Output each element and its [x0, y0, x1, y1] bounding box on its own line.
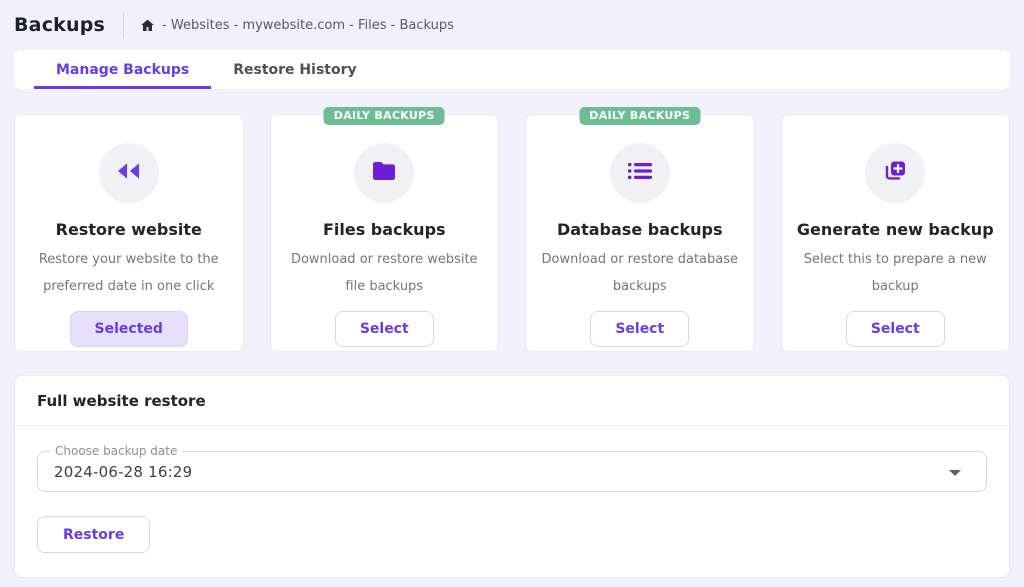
icon-circle [865, 143, 925, 203]
full-website-restore-panel: Full website restore Choose backup date … [14, 375, 1010, 578]
card-title: Files backups [323, 220, 446, 239]
folder-icon [372, 161, 396, 185]
new-backup-icon [883, 159, 907, 187]
backup-date-label: Choose backup date [50, 444, 182, 458]
card-description: Restore your website to the preferred da… [29, 246, 229, 300]
icon-circle [354, 143, 414, 203]
chevron-down-icon [949, 470, 961, 476]
card-restore-website: Restore website Restore your website to … [14, 114, 244, 352]
backup-date-select[interactable]: Choose backup date 2024-06-28 16:29 [37, 451, 987, 492]
card-title: Database backups [557, 220, 722, 239]
list-icon [628, 162, 652, 184]
select-button[interactable]: Select [846, 311, 945, 347]
backup-option-cards: Restore website Restore your website to … [14, 114, 1010, 352]
card-description: Select this to prepare a new backup [796, 246, 996, 300]
page-header: Backups - Websites - mywebsite.com - Fil… [14, 0, 1010, 50]
page-title: Backups [14, 14, 105, 36]
backups-page: Backups - Websites - mywebsite.com - Fil… [0, 0, 1024, 578]
home-icon[interactable] [140, 18, 155, 33]
tab-manage-backups[interactable]: Manage Backups [34, 50, 211, 89]
breadcrumb-text[interactable]: - Websites - mywebsite.com - Files - Bac… [162, 18, 454, 33]
panel-title: Full website restore [37, 392, 987, 410]
restore-button[interactable]: Restore [37, 516, 150, 553]
card-generate-new-backup: Generate new backup Select this to prepa… [781, 114, 1011, 352]
breadcrumb[interactable]: - Websites - mywebsite.com - Files - Bac… [140, 18, 454, 33]
tab-bar: Manage Backups Restore History [14, 50, 1010, 89]
card-title: Restore website [56, 220, 202, 239]
rewind-icon [117, 162, 140, 184]
header-divider [123, 12, 124, 38]
card-title: Generate new backup [797, 220, 994, 239]
card-files-backups: DAILY BACKUPS Files backups Download or … [270, 114, 500, 352]
card-database-backups: DAILY BACKUPS Database backups Download … [525, 114, 755, 352]
select-button[interactable]: Select [590, 311, 689, 347]
daily-backups-badge: DAILY BACKUPS [579, 107, 700, 125]
tab-label: Restore History [233, 62, 356, 78]
daily-backups-badge: DAILY BACKUPS [324, 107, 445, 125]
icon-circle [99, 143, 159, 203]
tab-label: Manage Backups [56, 62, 189, 78]
card-description: Download or restore website file backups [285, 246, 485, 300]
selected-button[interactable]: Selected [70, 311, 188, 347]
panel-header: Full website restore [15, 376, 1009, 426]
tab-restore-history[interactable]: Restore History [211, 50, 378, 89]
panel-body: Choose backup date 2024-06-28 16:29 Rest… [15, 426, 1009, 577]
select-button[interactable]: Select [335, 311, 434, 347]
icon-circle [610, 143, 670, 203]
backup-date-value: 2024-06-28 16:29 [54, 463, 192, 481]
card-description: Download or restore database backups [540, 246, 740, 300]
